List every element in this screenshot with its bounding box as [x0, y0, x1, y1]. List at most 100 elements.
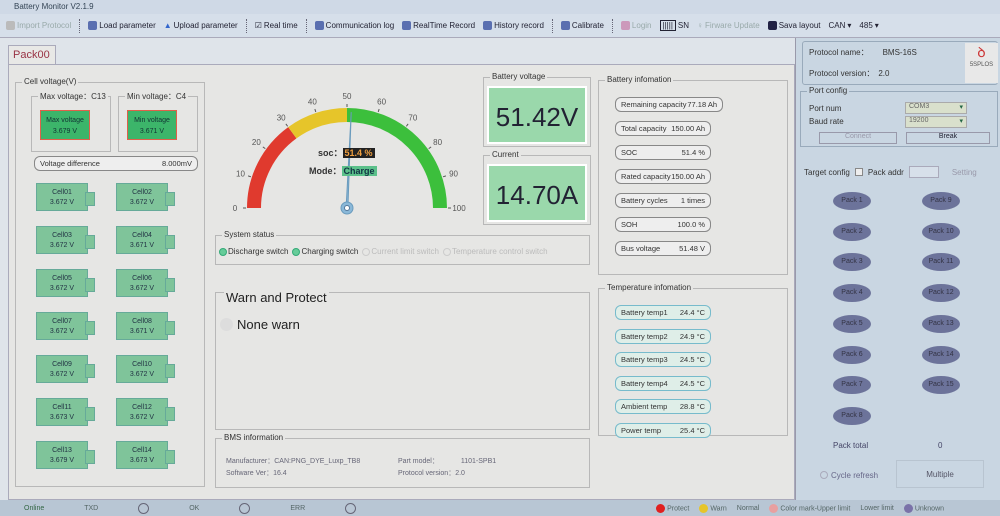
pack-button[interactable]: Pack 15 [922, 376, 960, 395]
cell-battery: Cell10 3.672 V [116, 355, 175, 383]
gauge-tick-label: 70 [408, 113, 417, 122]
value: 8.000mV [161, 159, 192, 168]
cell-battery: Cell11 3.673 V [36, 398, 95, 426]
can-dropdown[interactable]: CAN ▾ [829, 21, 852, 30]
upload-parameter-button[interactable]: ▲ Upload parameter [164, 21, 238, 30]
switch-status-icon [442, 247, 451, 256]
label: Battery temp1 [621, 308, 668, 317]
pack-button[interactable]: Pack 14 [922, 345, 960, 364]
value: 150.00 Ah [671, 172, 705, 181]
sn-button[interactable]: ||||| SN [659, 20, 689, 31]
gauge-tick-label: 90 [449, 169, 458, 178]
radio-icon [820, 471, 828, 479]
cell-battery: Cell01 3.672 V [36, 183, 95, 211]
pack-button[interactable]: Pack 1 [833, 192, 871, 210]
upload-arrow-icon: ▲ [163, 21, 172, 30]
break-button[interactable]: Break [906, 132, 990, 144]
temperature-item: Battery temp3 24.5 °C [615, 352, 711, 367]
pack-button[interactable]: Pack 9 [922, 192, 960, 210]
tab-label: Pack00 [13, 49, 50, 61]
pack-button[interactable]: Pack 8 [833, 406, 871, 425]
pack-button[interactable]: Pack 13 [922, 314, 960, 333]
dropdown-arrow-icon: ▾ [959, 104, 963, 111]
load-parameter-button[interactable]: Load parameter [88, 21, 156, 30]
gauge-tick-label: 80 [433, 138, 442, 147]
online-status: Online [24, 504, 45, 512]
label: Import Protocol [17, 21, 72, 30]
cell-battery: Cell04 3.671 V [116, 226, 175, 254]
label: 485 [859, 21, 873, 30]
temperature-item: Battery temp1 24.4 °C [615, 305, 711, 320]
txd-indicator-icon [138, 502, 150, 514]
pack-button[interactable]: Pack 12 [922, 284, 960, 303]
pack-button[interactable]: Pack 10 [922, 222, 960, 241]
switch-status-icon [362, 247, 371, 256]
communication-log-button[interactable]: Communication log [314, 21, 394, 30]
pack-button[interactable]: Pack 2 [833, 222, 871, 241]
toolbar: Import Protocol Load parameter ▲ Upload p… [0, 14, 1000, 38]
485-dropdown[interactable]: 485 ▾ [859, 21, 878, 30]
pack-addr-label: Pack addr [867, 167, 904, 177]
battery-voltage-value: 51.42V [487, 86, 587, 144]
protocol-name: Protocol name： BMS-16S [809, 47, 917, 58]
cell-voltage: 3.672 V [129, 371, 155, 378]
legend-warn: Warn [710, 504, 727, 512]
connect-button[interactable]: Connect [819, 132, 897, 144]
pack-button[interactable]: Pack 6 [833, 345, 871, 364]
label: Login [631, 21, 652, 30]
cell-voltage: 3.671 V [129, 328, 155, 335]
group-title: Current [490, 150, 521, 159]
battery-info-item: Bus voltage 51.48 V [615, 241, 711, 256]
pack-button[interactable]: Pack 5 [833, 314, 871, 333]
switch-label: Current limit switch [371, 247, 439, 256]
protect-dot-icon [656, 503, 666, 513]
cell-name: Cell10 [132, 361, 152, 368]
group-title: Battery infomation [605, 75, 674, 84]
value: 3.671 V [139, 128, 165, 135]
pack-addr-input[interactable] [908, 166, 939, 178]
gauge-tick [442, 175, 447, 178]
group-title: System status [222, 230, 277, 239]
label: Manufacturer： [226, 458, 275, 465]
firmware-update-button[interactable]: ♀ Firware Update [697, 21, 760, 30]
pack-button[interactable]: Pack 4 [833, 284, 871, 303]
label: Remaining capacity [621, 100, 687, 109]
label: Firware Update [705, 21, 760, 30]
cell-name: Cell08 [132, 318, 152, 325]
value: 24.5 °C [679, 355, 705, 364]
cycle-refresh-radio[interactable]: Cycle refresh [820, 471, 878, 480]
pack-button[interactable]: Pack 11 [922, 253, 960, 272]
label: Ambient temp [621, 402, 668, 411]
login-button[interactable]: Login [620, 21, 652, 30]
cell-voltage: 3.672 V [49, 242, 75, 249]
real-time-checkbox[interactable]: ☑ Real time [255, 21, 298, 30]
import-protocol-button[interactable]: Import Protocol [6, 21, 71, 30]
battery-info-item: Rated capacity 150.00 Ah [615, 169, 711, 184]
switch-indicator: Temperature control switch [442, 247, 548, 256]
group-title: Warn and Protect [224, 290, 329, 305]
pack-button[interactable]: Pack 3 [833, 253, 871, 272]
calibrate-icon [560, 21, 570, 30]
status-bar: Online TXD OK ERR Protect Warn Normal Co… [0, 500, 1000, 516]
label: Min voltage [134, 117, 170, 124]
save-layout-button[interactable]: Sava layout [767, 21, 821, 30]
realtime-record-button[interactable]: RealTime Record [402, 21, 475, 30]
port-num-select[interactable]: COM3 ▾ [905, 102, 967, 114]
switch-indicator: Discharge switch [219, 247, 288, 256]
group-title: Cell voltage(V) [22, 77, 79, 86]
history-record-button[interactable]: History record [483, 21, 544, 30]
multiple-button[interactable]: Multiple [896, 460, 984, 488]
tab-pack00[interactable]: Pack00 [8, 45, 56, 65]
pack-button[interactable]: Pack 7 [833, 376, 871, 395]
value: 24.4 °C [679, 308, 705, 317]
target-config-title: Target config [804, 167, 850, 177]
calibrate-button[interactable]: Calibrate [560, 21, 604, 30]
setting-button[interactable]: Setting [952, 168, 977, 177]
baud-rate-select[interactable]: 19200 ▾ [905, 116, 967, 128]
cell-name: Cell09 [52, 361, 72, 368]
value: 150.00 Ah [671, 124, 705, 133]
right-panel: Protocol name： BMS-16S Protocol version： 2… [795, 38, 1000, 500]
temperature-item: Power temp 25.4 °C [615, 422, 711, 438]
pack-addr-checkbox[interactable] [854, 168, 863, 176]
value: BMS-16S [882, 48, 917, 57]
